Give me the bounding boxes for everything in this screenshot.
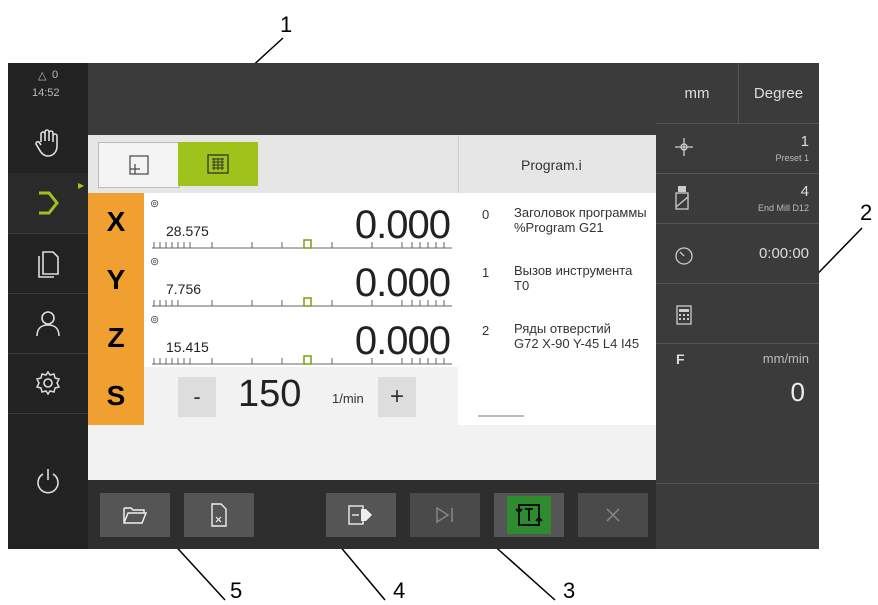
reference-marker-icon: ⊚ bbox=[150, 198, 160, 210]
tool-number: 4 bbox=[800, 183, 809, 200]
menu-manual-operation[interactable] bbox=[8, 113, 88, 174]
feed-value: 0 bbox=[790, 377, 805, 407]
spindle-unit: 1/min bbox=[332, 391, 364, 406]
position-ruler-z bbox=[152, 355, 452, 365]
linear-unit-button[interactable]: mm bbox=[656, 63, 739, 123]
single-block-button[interactable] bbox=[410, 493, 480, 537]
program-line-number: 1 bbox=[482, 265, 490, 280]
spindle-increase-button[interactable]: + bbox=[378, 377, 416, 417]
main-menu: △ 0 14:52 ▶ bbox=[8, 63, 88, 549]
angular-unit-button[interactable]: Degree bbox=[738, 63, 819, 123]
menu-settings[interactable] bbox=[8, 353, 88, 414]
tool-row[interactable]: 4 End Mill D12 bbox=[656, 173, 819, 224]
program-list-footer bbox=[458, 367, 656, 425]
stopwatch-icon bbox=[675, 247, 693, 265]
units-row: mm Degree bbox=[656, 63, 819, 124]
program-line-2[interactable]: 2 Ряды отверстий G72 X-90 Y-45 L4 I45 bbox=[458, 309, 656, 368]
program-view-icon bbox=[207, 154, 229, 174]
scroll-handle[interactable] bbox=[478, 415, 524, 417]
run-program-button[interactable] bbox=[326, 493, 396, 537]
active-indicator-icon: ▶ bbox=[78, 181, 85, 190]
cancel-button[interactable] bbox=[578, 493, 648, 537]
status-area: △ 0 14:52 bbox=[8, 63, 88, 113]
warning-count: 0 bbox=[52, 69, 59, 81]
power-icon bbox=[37, 469, 59, 494]
tool-name: End Mill D12 bbox=[757, 203, 809, 213]
menu-switch-off[interactable] bbox=[8, 413, 88, 549]
title-bar bbox=[88, 63, 656, 135]
clock-time: 14:52 bbox=[32, 87, 60, 99]
calculator-icon bbox=[676, 305, 692, 325]
program-line-1[interactable]: 1 Вызов инструмента T0 bbox=[458, 251, 656, 310]
arrow-enter-icon bbox=[39, 191, 59, 215]
axis-label-z: Z bbox=[88, 309, 144, 367]
status-panel: mm Degree 1 Preset 1 4 End Mill D12 0:00… bbox=[656, 63, 819, 549]
callout-1: 1 bbox=[280, 12, 293, 37]
preset-row[interactable]: 1 Preset 1 bbox=[656, 123, 819, 174]
step-forward-icon bbox=[436, 506, 453, 524]
calculator-row[interactable] bbox=[656, 283, 819, 344]
timer-value: 0:00:00 bbox=[758, 245, 809, 262]
callout-3: 3 bbox=[563, 578, 576, 603]
position-ruler-x bbox=[152, 239, 452, 249]
new-file-button[interactable] bbox=[184, 493, 254, 537]
workspace-bottom-strip bbox=[88, 425, 656, 480]
program-line-number: 2 bbox=[482, 323, 490, 338]
open-folder-button[interactable] bbox=[100, 493, 170, 537]
spindle-decrease-button[interactable]: - bbox=[178, 377, 216, 417]
view-toggle-bar bbox=[88, 135, 458, 194]
files-icon bbox=[38, 251, 59, 278]
bottom-toolbar bbox=[88, 480, 656, 549]
preset-number: 1 bbox=[800, 133, 809, 150]
menu-file-management[interactable] bbox=[8, 233, 88, 294]
close-icon bbox=[606, 508, 620, 522]
gear-icon bbox=[35, 370, 61, 396]
feed-unit: mm/min bbox=[762, 351, 809, 366]
menu-user-login[interactable] bbox=[8, 293, 88, 354]
program-mode-toggle bbox=[507, 496, 551, 534]
program-line-text: Заголовок программы %Program G21 bbox=[514, 205, 647, 235]
reference-marker-icon: ⊚ bbox=[150, 314, 160, 326]
program-mode-button[interactable] bbox=[494, 493, 564, 537]
callout-5: 5 bbox=[230, 578, 243, 603]
feed-row[interactable]: F mm/min 0 bbox=[656, 343, 819, 484]
callout-2: 2 bbox=[860, 200, 873, 225]
workspace: Program.i X ⊚ 28.575 0.000 0 Заголовок п… bbox=[88, 135, 657, 480]
program-line-text: Ряды отверстий G72 X-90 Y-45 L4 I45 bbox=[514, 321, 640, 351]
menu-mdi-mode[interactable]: ▶ bbox=[8, 173, 88, 234]
user-icon bbox=[36, 311, 60, 337]
warning-icon: △ bbox=[38, 70, 47, 82]
preset-name: Preset 1 bbox=[775, 153, 809, 163]
program-line-0[interactable]: 0 Заголовок программы %Program G21 bbox=[458, 193, 656, 252]
program-header: Program.i bbox=[458, 135, 657, 194]
axis-row-y[interactable]: Y ⊚ 7.756 0.000 bbox=[88, 251, 458, 310]
spindle-speed-value[interactable]: 150 bbox=[238, 373, 301, 416]
spindle-label: S bbox=[88, 367, 144, 425]
position-view-button[interactable] bbox=[98, 142, 180, 188]
cycle-icon bbox=[515, 504, 543, 526]
reference-marker-icon: ⊚ bbox=[150, 256, 160, 268]
program-filename: Program.i bbox=[521, 157, 582, 173]
axis-label-x: X bbox=[88, 193, 144, 251]
program-line-number: 0 bbox=[482, 207, 490, 222]
device-screen: △ 0 14:52 ▶ Program.i X ⊚ 28.575 0.000 0… bbox=[8, 63, 819, 549]
folder-icon bbox=[123, 507, 148, 524]
axis-row-x[interactable]: X ⊚ 28.575 0.000 bbox=[88, 193, 458, 252]
program-view-button[interactable] bbox=[178, 142, 258, 186]
timer-row[interactable]: 0:00:00 bbox=[656, 223, 819, 284]
callout-4: 4 bbox=[393, 578, 406, 603]
execute-icon bbox=[348, 505, 372, 525]
axis-label-y: Y bbox=[88, 251, 144, 309]
feed-label: F bbox=[676, 351, 685, 367]
position-ruler-y bbox=[152, 297, 452, 307]
axis-row-z[interactable]: Z ⊚ 15.415 0.000 bbox=[88, 309, 458, 368]
program-line-text: Вызов инструмента T0 bbox=[514, 263, 633, 293]
tool-icon bbox=[675, 186, 689, 210]
position-view-icon bbox=[129, 155, 149, 175]
spindle-row: S - 150 1/min + bbox=[88, 367, 458, 425]
preset-icon bbox=[675, 138, 693, 156]
hand-icon bbox=[35, 129, 58, 157]
new-file-icon bbox=[211, 503, 227, 527]
